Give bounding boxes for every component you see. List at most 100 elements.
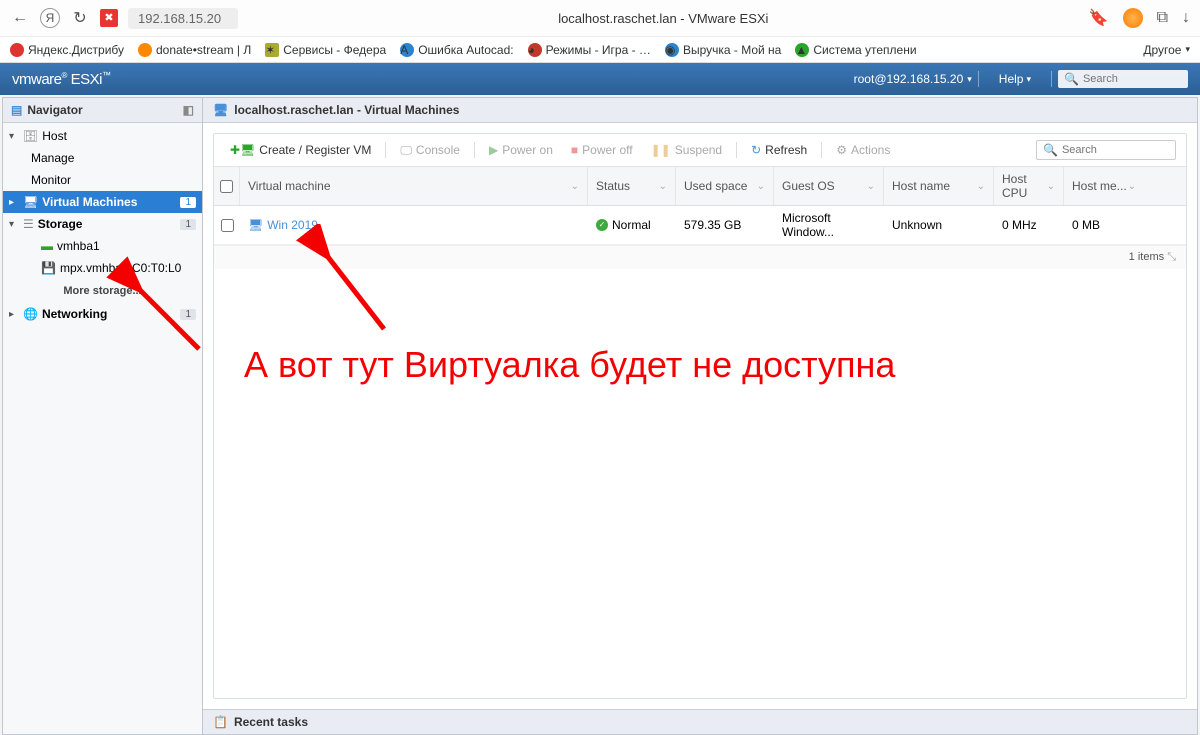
storage-icon: ☰	[23, 217, 34, 231]
col-status[interactable]: Status⌄	[588, 167, 676, 205]
bookmark-item[interactable]: Яндекс.Дистрибу	[10, 43, 124, 57]
navigator-icon: ▤	[11, 103, 22, 117]
collapse-icon[interactable]: ◧	[183, 103, 194, 117]
url-bar[interactable]: 192.168.15.20	[128, 8, 238, 29]
grid-search-input[interactable]	[1062, 144, 1169, 156]
expand-toggle-icon[interactable]: ▸	[9, 197, 19, 208]
nav-monitor[interactable]: Monitor	[3, 169, 202, 191]
create-vm-button[interactable]: ✚🖥Create / Register VM	[224, 141, 377, 159]
help-menu[interactable]: Help ▾	[999, 72, 1031, 86]
chevron-down-icon: ⌄	[757, 181, 765, 192]
navigator-panel: ▤ Navigator ◧ ▾ 🗄 Host Manage Monitor ▸ …	[3, 98, 203, 734]
shield-icon[interactable]: ✖	[100, 9, 118, 27]
disk-icon: 💾	[41, 261, 56, 275]
grid-search[interactable]: 🔍	[1036, 140, 1176, 160]
status-ok-icon: ✓	[596, 219, 608, 231]
yandex-icon[interactable]: Я	[40, 8, 60, 28]
vm-icon: 🖥	[23, 195, 38, 209]
table-row[interactable]: 🖥Win 2019 ✓Normal 579.35 GB Microsoft Wi…	[214, 206, 1186, 245]
bookmark-item[interactable]: ◕Режимы - Игра - …	[528, 43, 651, 57]
global-search-input[interactable]	[1083, 73, 1182, 85]
count-badge: 1	[180, 197, 196, 208]
main-content: 🖥 localhost.raschet.lan - Virtual Machin…	[203, 98, 1197, 734]
resize-icon[interactable]: ⤡	[1167, 251, 1176, 263]
search-icon: 🔍	[1043, 143, 1058, 157]
network-icon: 🌐	[23, 307, 38, 321]
nav-virtual-machines[interactable]: ▸ 🖥 Virtual Machines 1	[3, 191, 202, 213]
bookmark-item[interactable]: donate•stream | Л	[138, 43, 251, 57]
reload-button[interactable]: ↻	[70, 8, 90, 28]
downloads-icon[interactable]: ↓	[1182, 9, 1190, 27]
stop-icon: ■	[571, 143, 578, 157]
select-all-checkbox[interactable]	[220, 180, 233, 193]
other-bookmarks[interactable]: Другое ▾	[1143, 43, 1190, 57]
more-storage-link[interactable]: More storage...	[3, 279, 202, 303]
chevron-down-icon: ⌄	[867, 181, 875, 192]
bookmark-item[interactable]: ▲Система утеплени	[795, 43, 916, 57]
global-search[interactable]: 🔍	[1058, 70, 1188, 88]
row-checkbox[interactable]	[221, 219, 234, 232]
nav-manage[interactable]: Manage	[3, 147, 202, 169]
grid-footer: 1 items ⤡	[214, 245, 1186, 269]
nav-networking[interactable]: ▸ 🌐 Networking 1	[3, 303, 202, 325]
bookmarks-bar: Яндекс.Дистрибу donate•stream | Л ✶Серви…	[0, 36, 1200, 62]
col-guest[interactable]: Guest OS⌄	[774, 167, 884, 205]
refresh-button[interactable]: ↻Refresh	[745, 141, 813, 159]
count-badge: 1	[180, 219, 196, 230]
console-icon: 🖵	[400, 143, 412, 158]
nav-datastore-item[interactable]: 💾 mpx.vmhba1:C0:T0:L0	[3, 257, 202, 279]
annotation-text: А вот тут Виртуалка будет не доступна	[244, 344, 895, 386]
search-icon: 🔍	[1064, 72, 1079, 86]
vm-name-link[interactable]: Win 2019	[267, 218, 318, 232]
profile-icon[interactable]	[1123, 8, 1143, 28]
adapter-icon: ▬	[41, 239, 53, 253]
console-button[interactable]: 🖵Console	[394, 141, 466, 160]
power-on-button[interactable]: ▶Power on	[483, 141, 559, 159]
count-badge: 1	[180, 309, 196, 320]
collapse-toggle-icon[interactable]: ▾	[9, 131, 19, 142]
breadcrumb: 🖥 localhost.raschet.lan - Virtual Machin…	[203, 98, 1197, 123]
cell-hostname: Unknown	[884, 206, 994, 244]
col-used[interactable]: Used space⌄	[676, 167, 774, 205]
gear-icon: ⚙	[836, 143, 847, 157]
cell-cpu: 0 MHz	[994, 206, 1064, 244]
navigator-header: ▤ Navigator ◧	[3, 98, 202, 123]
back-button[interactable]: ←	[10, 8, 30, 28]
col-vm[interactable]: Virtual machine⌄	[240, 167, 588, 205]
chevron-down-icon: ⌄	[659, 181, 667, 192]
collapse-toggle-icon[interactable]: ▾	[9, 219, 19, 230]
play-icon: ▶	[489, 143, 498, 157]
chevron-down-icon: ⌄	[571, 181, 579, 192]
col-mem[interactable]: Host me...⌄	[1064, 167, 1144, 205]
vmware-logo: vmware® ESXi™	[12, 70, 110, 88]
power-off-button[interactable]: ■Power off	[565, 141, 639, 159]
bookmark-item[interactable]: ✶Сервисы - Федера	[265, 43, 386, 57]
cell-guest: Microsoft Window...	[774, 206, 884, 244]
nav-storage[interactable]: ▾ ☰ Storage 1	[3, 213, 202, 235]
vm-group-icon: 🖥	[213, 103, 228, 117]
chevron-down-icon: ⌄	[1128, 181, 1136, 192]
refresh-icon: ↻	[751, 143, 761, 157]
user-menu[interactable]: root@192.168.15.20 ▾	[854, 72, 972, 86]
toolbar: ✚🖥Create / Register VM 🖵Console ▶Power o…	[214, 134, 1186, 167]
col-hostname[interactable]: Host name⌄	[884, 167, 994, 205]
chevron-down-icon: ⌄	[1047, 181, 1055, 192]
suspend-button[interactable]: ❚❚Suspend	[645, 141, 728, 159]
tasks-icon: 📋	[213, 715, 228, 729]
recent-tasks-panel[interactable]: 📋 Recent tasks	[203, 709, 1197, 734]
vm-grid: Virtual machine⌄ Status⌄ Used space⌄ Gue…	[214, 167, 1186, 269]
expand-toggle-icon[interactable]: ▸	[9, 309, 19, 320]
esxi-header: vmware® ESXi™ root@192.168.15.20 ▾ Help …	[0, 63, 1200, 95]
page-title: localhost.raschet.lan - VMware ESXi	[248, 11, 1079, 26]
extensions-icon[interactable]: ⧉	[1157, 9, 1168, 27]
col-cpu[interactable]: Host CPU⌄	[994, 167, 1064, 205]
cell-used: 579.35 GB	[676, 206, 774, 244]
actions-button[interactable]: ⚙Actions	[830, 141, 896, 159]
nav-datastore-item[interactable]: ▬ vmhba1	[3, 235, 202, 257]
bookmark-item[interactable]: AОшибка Autocad:	[400, 43, 513, 57]
nav-host[interactable]: ▾ 🗄 Host	[3, 125, 202, 147]
bookmark-item[interactable]: ◉Выручка - Мой на	[665, 43, 781, 57]
bookmark-icon[interactable]: 🔖	[1089, 8, 1109, 28]
create-icon: ✚🖥	[230, 143, 255, 157]
vm-icon: 🖥	[248, 218, 263, 232]
